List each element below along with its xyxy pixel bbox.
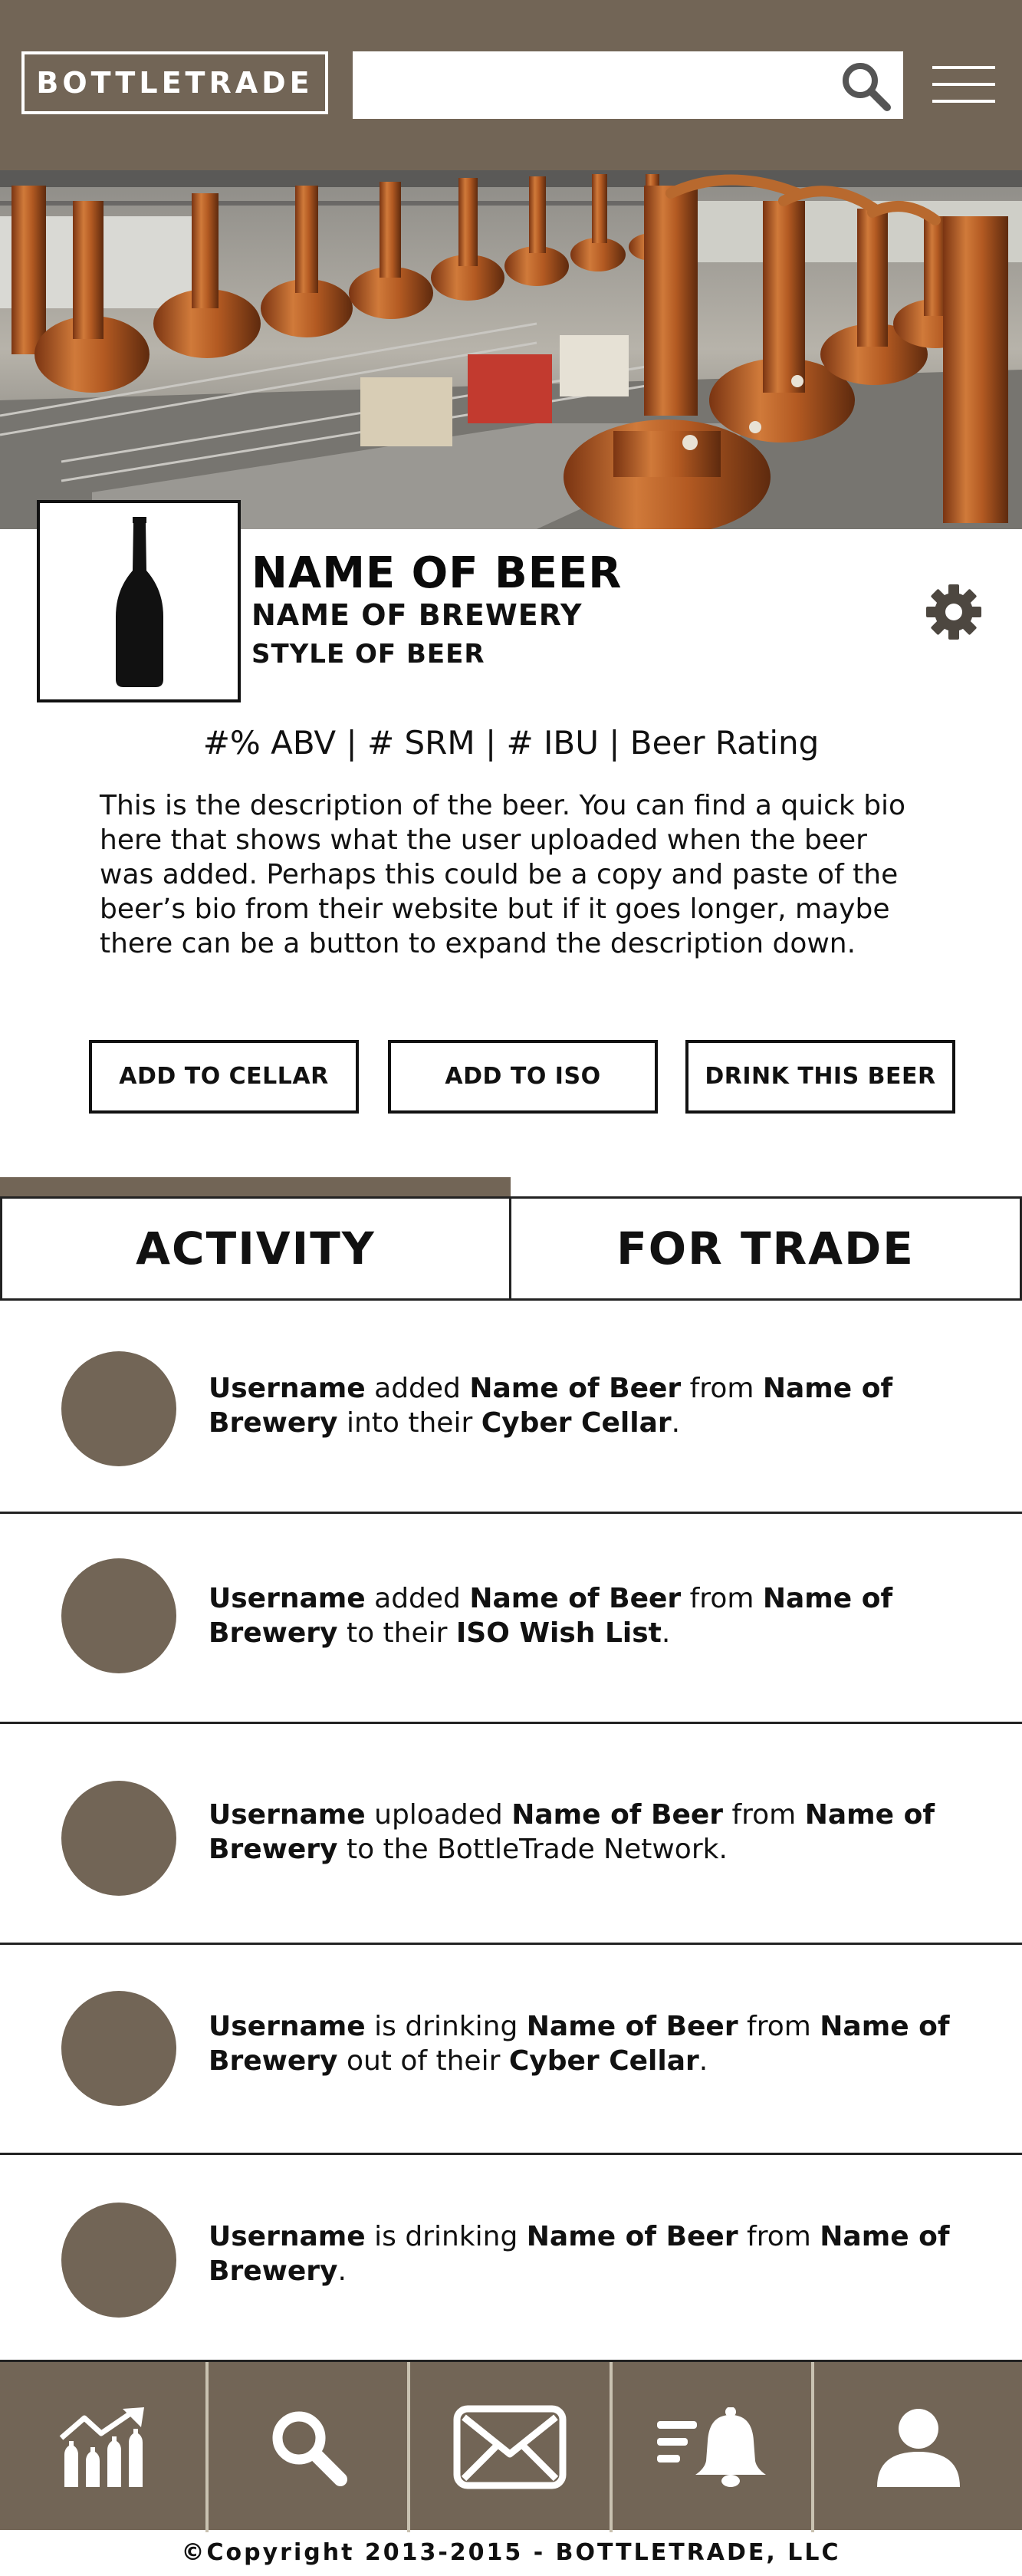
tab-activity[interactable]: ACTIVITY [0,1196,511,1301]
activity-emphasis[interactable]: Cyber Cellar [481,1407,672,1439]
activity-emphasis[interactable]: Username [209,2221,366,2252]
activity-text: Username is drinking Name of Beer from N… [209,2009,983,2078]
activity-text-run: added [365,1583,470,1614]
copyright-footer: ©Copyright 2013-2015 - BOTTLETRADE, LLC [181,2539,841,2566]
activity-text-run: from [738,2221,820,2252]
activity-emphasis[interactable]: Name of Beer [469,1583,681,1614]
profile-icon [876,2409,960,2487]
activity-text: Username uploaded Name of Beer from Name… [209,1798,983,1867]
bottom-nav [0,2360,1022,2532]
list-item[interactable]: Username is drinking Name of Beer from N… [0,1945,1022,2155]
activity-text-run: uploaded [365,1799,512,1831]
avatar[interactable] [61,1558,176,1673]
activity-emphasis[interactable]: Name of Beer [527,2221,738,2252]
activity-text-run: is drinking [365,2221,527,2252]
activity-text-run: from [723,1799,805,1831]
activity-text-run: added [365,1373,470,1404]
list-item[interactable]: Username added Name of Beer from Name of… [0,1301,1022,1514]
activity-emphasis[interactable]: Username [209,2011,366,2042]
stats-icon [59,2407,144,2487]
avatar[interactable] [61,1351,176,1466]
activity-emphasis[interactable]: ISO Wish List [456,1617,662,1649]
beer-description: This is the description of the beer. You… [100,790,906,959]
activity-text-run: to their [337,1617,456,1649]
list-item[interactable]: Username uploaded Name of Beer from Name… [0,1724,1022,1945]
nav-profile[interactable] [814,2362,1022,2532]
search-input[interactable] [353,51,903,119]
activity-emphasis[interactable]: Username [209,1373,366,1404]
nav-search[interactable] [209,2362,407,2532]
activity-text-run: . [661,1617,671,1649]
add-to-iso-button[interactable]: ADD TO ISO [388,1040,658,1114]
beer-name: NAME OF BEER [251,548,623,598]
activity-emphasis[interactable]: Cyber Cellar [509,2045,699,2077]
activity-text: Username added Name of Beer from Name of… [209,1581,983,1650]
activity-text-run: . [671,1407,681,1439]
activity-text-run: is drinking [365,2011,527,2042]
bottle-icon [116,517,163,687]
list-item[interactable]: Username is drinking Name of Beer from N… [0,2155,1022,2361]
activity-text-run: out of their [337,2045,509,2077]
avatar[interactable] [61,1991,176,2106]
activity-text-run: from [681,1373,763,1404]
activity-text: Username added Name of Beer from Name of… [209,1371,983,1440]
search-icon [272,2411,347,2486]
nav-messages[interactable] [410,2362,610,2532]
activity-emphasis[interactable]: Username [209,1799,366,1831]
brewery-name[interactable]: NAME OF BREWERY [251,598,582,632]
drink-this-beer-button[interactable]: DRINK THIS BEER [685,1040,955,1114]
activity-emphasis[interactable]: Username [209,1583,366,1614]
top-header: BOTTLETRADE [0,0,1022,170]
activity-emphasis[interactable]: Name of Beer [469,1373,681,1404]
active-tab-indicator [0,1177,511,1197]
nav-stats[interactable] [0,2362,205,2532]
add-to-cellar-button[interactable]: ADD TO CELLAR [89,1040,359,1114]
beer-bottle-thumbnail [37,500,241,702]
tab-for-trade[interactable]: FOR TRADE [509,1196,1022,1301]
list-item[interactable]: Username added Name of Beer from Name of… [0,1514,1022,1724]
activity-text-run: from [738,2011,820,2042]
activity-emphasis[interactable]: Name of Beer [527,2011,738,2042]
avatar[interactable] [61,1781,176,1896]
gear-icon[interactable] [925,583,983,641]
activity-text-run: from [681,1583,763,1614]
activity-text-run: into their [337,1407,481,1439]
activity-text-run: . [698,2045,708,2077]
activity-text: Username is drinking Name of Beer from N… [209,2219,983,2288]
beer-stats: #% ABV | # SRM | # IBU | Beer Rating [202,724,820,762]
nav-notifications[interactable] [613,2362,811,2532]
mail-icon [453,2405,567,2489]
menu-icon[interactable] [932,66,995,104]
avatar[interactable] [61,2203,176,2318]
notifications-icon [656,2407,766,2487]
logo[interactable]: BOTTLETRADE [21,51,328,114]
tab-indicator-bar [0,1177,1022,1197]
brewery-hero-image [0,170,1022,529]
search-icon[interactable] [839,59,892,113]
activity-text-run: . [337,2255,347,2287]
activity-emphasis[interactable]: Name of Beer [511,1799,723,1831]
beer-style: STYLE OF BEER [251,639,485,669]
activity-text-run: to the BottleTrade Network. [337,1834,728,1865]
